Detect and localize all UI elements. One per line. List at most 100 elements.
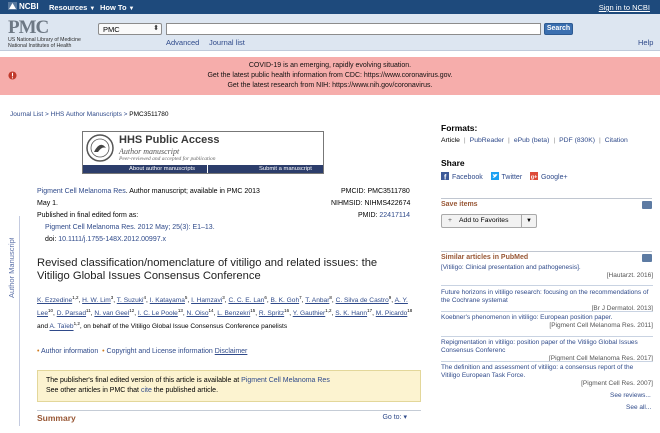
notice-line-1: The publisher's final edited version of … <box>46 376 420 386</box>
divider <box>441 311 653 312</box>
author-link[interactable]: S. K. Hann <box>335 310 367 317</box>
nih-link[interactable]: https://www.nih.gov/coronavirus <box>332 82 430 89</box>
author-link[interactable]: I. Hamzavi <box>191 297 222 304</box>
svg-text:g+: g+ <box>531 175 538 181</box>
author-link[interactable]: T. Suzuki <box>117 297 144 304</box>
author-link[interactable]: K. Ezzedine <box>37 297 72 304</box>
database-select[interactable]: PMC ⬍ <box>98 23 162 35</box>
resources-menu[interactable]: Resources ▼ <box>49 3 95 12</box>
goto-menu[interactable]: Go to: ▾ <box>382 413 407 421</box>
pmid-label: PMID: <box>358 212 380 219</box>
divider <box>441 361 653 362</box>
author-link[interactable]: L. Benzekri <box>217 310 250 317</box>
publisher-link[interactable]: Pigment Cell Melanoma Res <box>241 377 330 384</box>
search-input[interactable] <box>166 23 541 35</box>
divider <box>441 336 653 337</box>
breadcrumb-journal-list[interactable]: Journal List <box>10 111 43 118</box>
author-link[interactable]: Y. Gauthier <box>293 310 326 317</box>
author-link[interactable]: A. Taïeb <box>49 324 73 331</box>
author-link[interactable]: H. W. Lim <box>82 297 111 304</box>
author-link[interactable]: M. Picardo <box>376 310 408 317</box>
panel-toggle-icon[interactable] <box>642 201 652 209</box>
database-select-value: PMC <box>103 25 120 34</box>
similar-article-4[interactable]: Repigmentation in vitiligo: position pap… <box>441 339 653 363</box>
author-link[interactable]: I. Katayama <box>150 297 185 304</box>
help-link[interactable]: Help <box>638 38 653 47</box>
author-information-link[interactable]: Author information <box>41 348 98 355</box>
author-affiliation[interactable]: 18 <box>407 308 412 313</box>
citation-link-text[interactable]: Pigment Cell Melanoma Res. 2012 May; 25(… <box>45 224 215 231</box>
alert-line-1: COVID-19 is an emerging, rapidly evolvin… <box>248 62 412 69</box>
copyright-link[interactable]: Copyright and License information <box>107 348 213 355</box>
author-link[interactable]: T. Anbar <box>305 297 329 304</box>
journal-list-link[interactable]: Journal list <box>209 38 245 47</box>
formats-list: Article | PubReader | ePub (beta) | PDF (830K)… <box>441 137 628 144</box>
chevron-down-icon[interactable]: ▼ <box>526 215 532 227</box>
pmc-logo[interactable]: PMC US National Library of Medicine Nati… <box>8 17 81 49</box>
howto-label: How To <box>100 3 127 12</box>
chevron-down-icon: ▼ <box>89 6 96 12</box>
signin-link[interactable]: Sign in to NCBI <box>599 3 650 12</box>
twitter-label[interactable]: Twitter <box>502 174 523 181</box>
google-label[interactable]: Google+ <box>541 174 568 181</box>
twitter-share[interactable]: Twitter <box>490 172 523 181</box>
similar-title[interactable]: The definition and assessment of vitilig… <box>441 364 633 379</box>
submit-manuscript-link[interactable]: Submit a manuscript <box>259 165 312 173</box>
format-article[interactable]: Article <box>441 137 460 144</box>
add-to-favorites-button[interactable]: + Add to Favorites ▼ <box>441 214 537 228</box>
warning-icon <box>8 71 17 80</box>
alert-line-2-text: Get the latest public health information… <box>207 72 362 79</box>
see-reviews-link[interactable]: See reviews... <box>610 392 651 399</box>
format-epub[interactable]: ePub (beta) <box>514 137 550 144</box>
share-links: f Facebook Twitter g+ Google+ <box>441 172 568 181</box>
divider: | <box>463 137 466 144</box>
side-label-text: Author Manuscript <box>7 238 16 298</box>
divider: | <box>508 137 510 144</box>
search-button[interactable]: Search <box>544 23 573 35</box>
facebook-label[interactable]: Facebook <box>452 174 483 181</box>
doi-link[interactable]: 10.1111/j.1755-148X.2012.00997.x <box>58 236 166 243</box>
journal-line: Pigment Cell Melanoma Res. Author manusc… <box>37 187 260 196</box>
facebook-share[interactable]: f Facebook <box>441 172 483 181</box>
author-link[interactable]: N. Oiso <box>187 310 209 317</box>
side-rule <box>19 216 20 426</box>
citation-link[interactable]: Pigment Cell Melanoma Res. 2012 May; 25(… <box>45 223 215 232</box>
format-citation[interactable]: Citation <box>605 137 628 144</box>
save-items-panel: Save items <box>441 198 652 212</box>
similar-article-1[interactable]: [Vitiligo: Clinical presentation and pat… <box>441 264 653 280</box>
similar-title[interactable]: Koebner's phenomenon in vitiligo: Europe… <box>441 314 612 321</box>
author-link[interactable]: B. K. Goh <box>271 297 300 304</box>
similar-article-3[interactable]: Koebner's phenomenon in vitiligo: Europe… <box>441 314 653 330</box>
author-link[interactable]: C. C. E. Lan <box>228 297 264 304</box>
author-link[interactable]: R. Spritz <box>259 310 284 317</box>
advanced-link[interactable]: Advanced <box>166 38 199 47</box>
disclaimer-link[interactable]: Disclaimer <box>215 348 248 355</box>
alert-line-2-suffix: . <box>450 72 453 79</box>
bullet-icon: • <box>37 348 40 355</box>
similar-title[interactable]: Repigmentation in vitiligo: position pap… <box>441 339 638 354</box>
hhs-title: HHS Public Access <box>119 134 220 146</box>
author-link[interactable]: I. C. Le Poole <box>138 310 178 317</box>
format-pdf[interactable]: PDF (830K) <box>559 137 595 144</box>
cdc-link[interactable]: https://www.coronavirus.gov <box>364 72 451 79</box>
author-link[interactable]: C. Silva de Castro <box>336 297 389 304</box>
breadcrumb-hhs[interactable]: HHS Author Manuscripts <box>51 111 122 118</box>
author-link[interactable]: D. Parsad <box>57 310 86 317</box>
format-pubreader[interactable]: PubReader <box>470 137 504 144</box>
about-author-manuscripts-link[interactable]: About author manuscripts <box>129 165 195 173</box>
facebook-icon: f <box>441 172 449 180</box>
panel-toggle-icon[interactable] <box>642 254 652 262</box>
author-link[interactable]: N. van Geel <box>94 310 129 317</box>
pmid-link[interactable]: 22417114 <box>379 212 410 219</box>
similar-title[interactable]: Future horizons in vitiligo research: fo… <box>441 289 648 304</box>
cite-link[interactable]: cite <box>141 387 152 394</box>
similar-title[interactable]: [Vitiligo: Clinical presentation and pat… <box>441 264 581 271</box>
see-all-link[interactable]: See all... <box>626 404 651 411</box>
ncbi-logo[interactable]: NCBI <box>8 2 39 11</box>
resources-label: Resources <box>49 3 88 12</box>
journal-link[interactable]: Pigment Cell Melanoma Res <box>37 188 126 195</box>
google-share[interactable]: g+ Google+ <box>529 172 568 181</box>
similar-article-2[interactable]: Future horizons in vitiligo research: fo… <box>441 289 653 313</box>
similar-article-5[interactable]: The definition and assessment of vitilig… <box>441 364 653 388</box>
howto-menu[interactable]: How To ▼ <box>100 3 134 12</box>
